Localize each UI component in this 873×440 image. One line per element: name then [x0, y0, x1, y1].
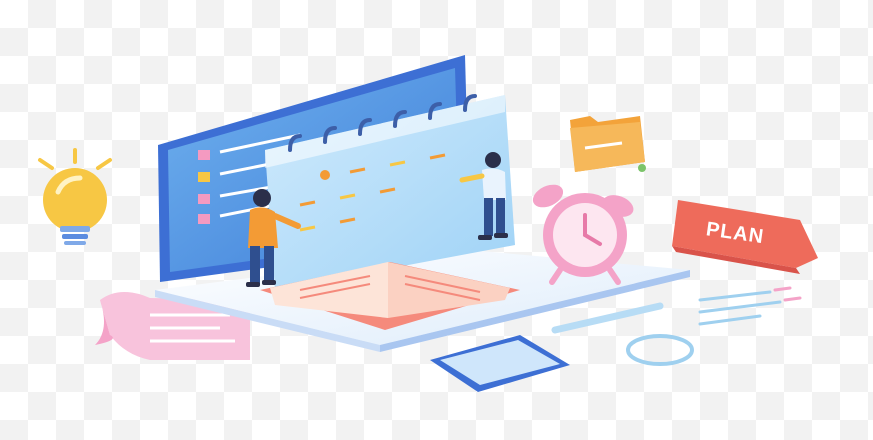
- lightbulb-icon: [38, 148, 112, 245]
- planning-illustration: PLAN: [38, 55, 818, 392]
- speech-bubble-icon: [626, 334, 694, 366]
- illustration-canvas: PLAN: [0, 0, 873, 440]
- pen-icon: [551, 302, 664, 334]
- tablet-device-icon: [430, 335, 570, 392]
- task-list-lines: [698, 286, 802, 326]
- plan-tag: PLAN: [672, 200, 818, 274]
- folder-icon: [570, 116, 646, 172]
